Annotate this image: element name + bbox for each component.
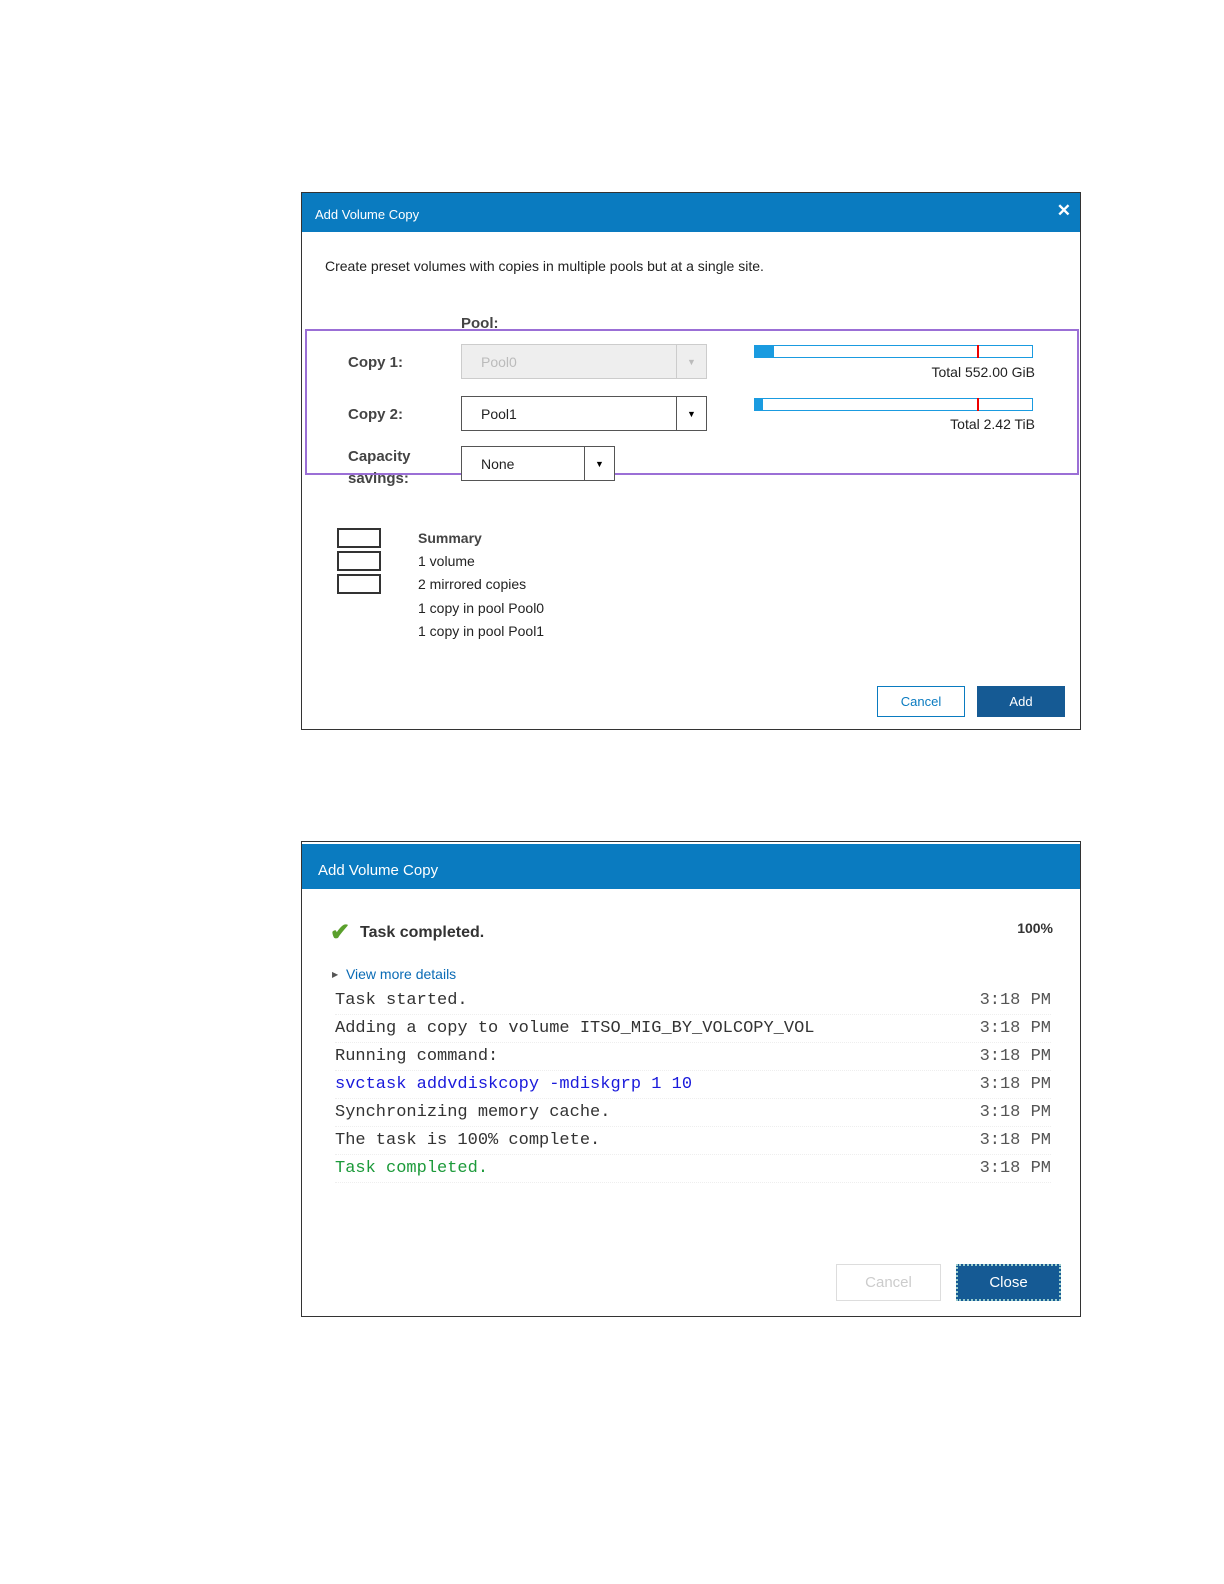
dialog-description: Create preset volumes with copies in mul… <box>325 258 764 274</box>
log-row: Running command: 3:18 PM <box>335 1043 1051 1071</box>
log-row: Task completed. 3:18 PM <box>335 1155 1051 1183</box>
log-message: svctask addvdiskcopy -mdiskgrp 1 10 <box>335 1075 693 1094</box>
copy1-total: Total 552.00 GiB <box>931 364 1035 380</box>
copy1-label: Copy 1: <box>348 354 404 371</box>
copy1-capacity-bar <box>754 345 1033 358</box>
log-time: 3:18 PM <box>979 1019 1051 1038</box>
copy2-pool-value: Pool1 <box>481 406 517 422</box>
copy1-pool-select: Pool0 ▼ <box>461 344 707 379</box>
log-time: 3:18 PM <box>979 1103 1051 1122</box>
log-message: Synchronizing memory cache. <box>335 1103 611 1122</box>
log-time: 3:18 PM <box>979 1131 1051 1150</box>
log-row: svctask addvdiskcopy -mdiskgrp 1 10 3:18 … <box>335 1071 1051 1099</box>
dialog-header: Add Volume Copy ✕ <box>302 193 1080 232</box>
log-row: The task is 100% complete. 3:18 PM <box>335 1127 1051 1155</box>
checkmark-icon: ✔ <box>330 919 351 946</box>
chevron-down-icon[interactable]: ▼ <box>676 397 706 430</box>
copy2-total: Total 2.42 TiB <box>950 416 1035 432</box>
dialog-title: Add Volume Copy <box>318 862 439 879</box>
log-time: 3:18 PM <box>979 991 1051 1010</box>
copy2-label: Copy 2: <box>348 406 404 423</box>
capacity-savings-label: Capacity savings: <box>348 446 411 490</box>
copy2-pool-select[interactable]: Pool1 ▼ <box>461 396 707 431</box>
log-time: 3:18 PM <box>979 1159 1051 1178</box>
log-message: Task completed. <box>335 1159 489 1178</box>
label-line: savings: <box>348 470 409 487</box>
summary-line: 1 volume <box>418 553 475 569</box>
log-time: 3:18 PM <box>979 1047 1051 1066</box>
capacity-used-fill <box>755 346 775 357</box>
task-status: Task completed. <box>360 924 485 941</box>
task-progress-dialog: Add Volume Copy ✔ Task completed. 100% ▶… <box>301 841 1081 1317</box>
page: Add Volume Copy ✕ Create preset volumes … <box>0 0 1224 1584</box>
threshold-marker <box>976 398 979 411</box>
log-message: Task started. <box>335 991 468 1010</box>
capacity-savings-select[interactable]: None ▼ <box>461 446 615 481</box>
log-row: Task started. 3:18 PM <box>335 987 1051 1015</box>
cancel-button[interactable]: Cancel <box>877 686 965 717</box>
summary-line: 2 mirrored copies <box>418 576 527 592</box>
log-message: The task is 100% complete. <box>335 1131 601 1150</box>
chevron-down-icon[interactable]: ▼ <box>584 447 614 480</box>
details-link-label: View more details <box>345 966 457 982</box>
copy2-capacity-bar <box>754 398 1033 411</box>
summary-title: Summary <box>418 530 482 546</box>
copy1-pool-value: Pool0 <box>481 354 517 370</box>
close-button[interactable]: Close <box>956 1264 1061 1301</box>
log-message: Running command: <box>335 1047 499 1066</box>
capacity-used-fill <box>755 399 764 410</box>
threshold-marker <box>976 345 979 358</box>
cancel-button: Cancel <box>836 1264 941 1301</box>
log-row: Synchronizing memory cache. 3:18 PM <box>335 1099 1051 1127</box>
log-time: 3:18 PM <box>979 1075 1051 1094</box>
add-volume-copy-dialog: Add Volume Copy ✕ Create preset volumes … <box>301 192 1081 730</box>
volume-stack-icon <box>337 528 381 594</box>
dialog-title: Add Volume Copy <box>315 207 420 222</box>
close-icon[interactable]: ✕ <box>1057 201 1071 221</box>
chevron-down-icon: ▼ <box>676 345 706 378</box>
summary-line: 1 copy in pool Pool0 <box>418 600 545 616</box>
dialog-header: Add Volume Copy <box>302 844 1080 889</box>
label-line: Capacity <box>348 448 411 465</box>
task-log: Task started. 3:18 PM Adding a copy to vol… <box>335 987 1051 1183</box>
add-button[interactable]: Add <box>977 686 1065 717</box>
summary-line: 1 copy in pool Pool1 <box>418 623 545 639</box>
caret-right-icon: ▶ <box>332 970 339 979</box>
view-more-details-link[interactable]: ▶ View more details <box>332 966 456 982</box>
progress-percent: 100% <box>1017 920 1053 936</box>
log-message: Adding a copy to volume ITSO_MIG_BY_VOLC… <box>335 1019 815 1038</box>
capacity-savings-value: None <box>481 456 515 472</box>
log-row: Adding a copy to volume ITSO_MIG_BY_VOLC… <box>335 1015 1051 1043</box>
